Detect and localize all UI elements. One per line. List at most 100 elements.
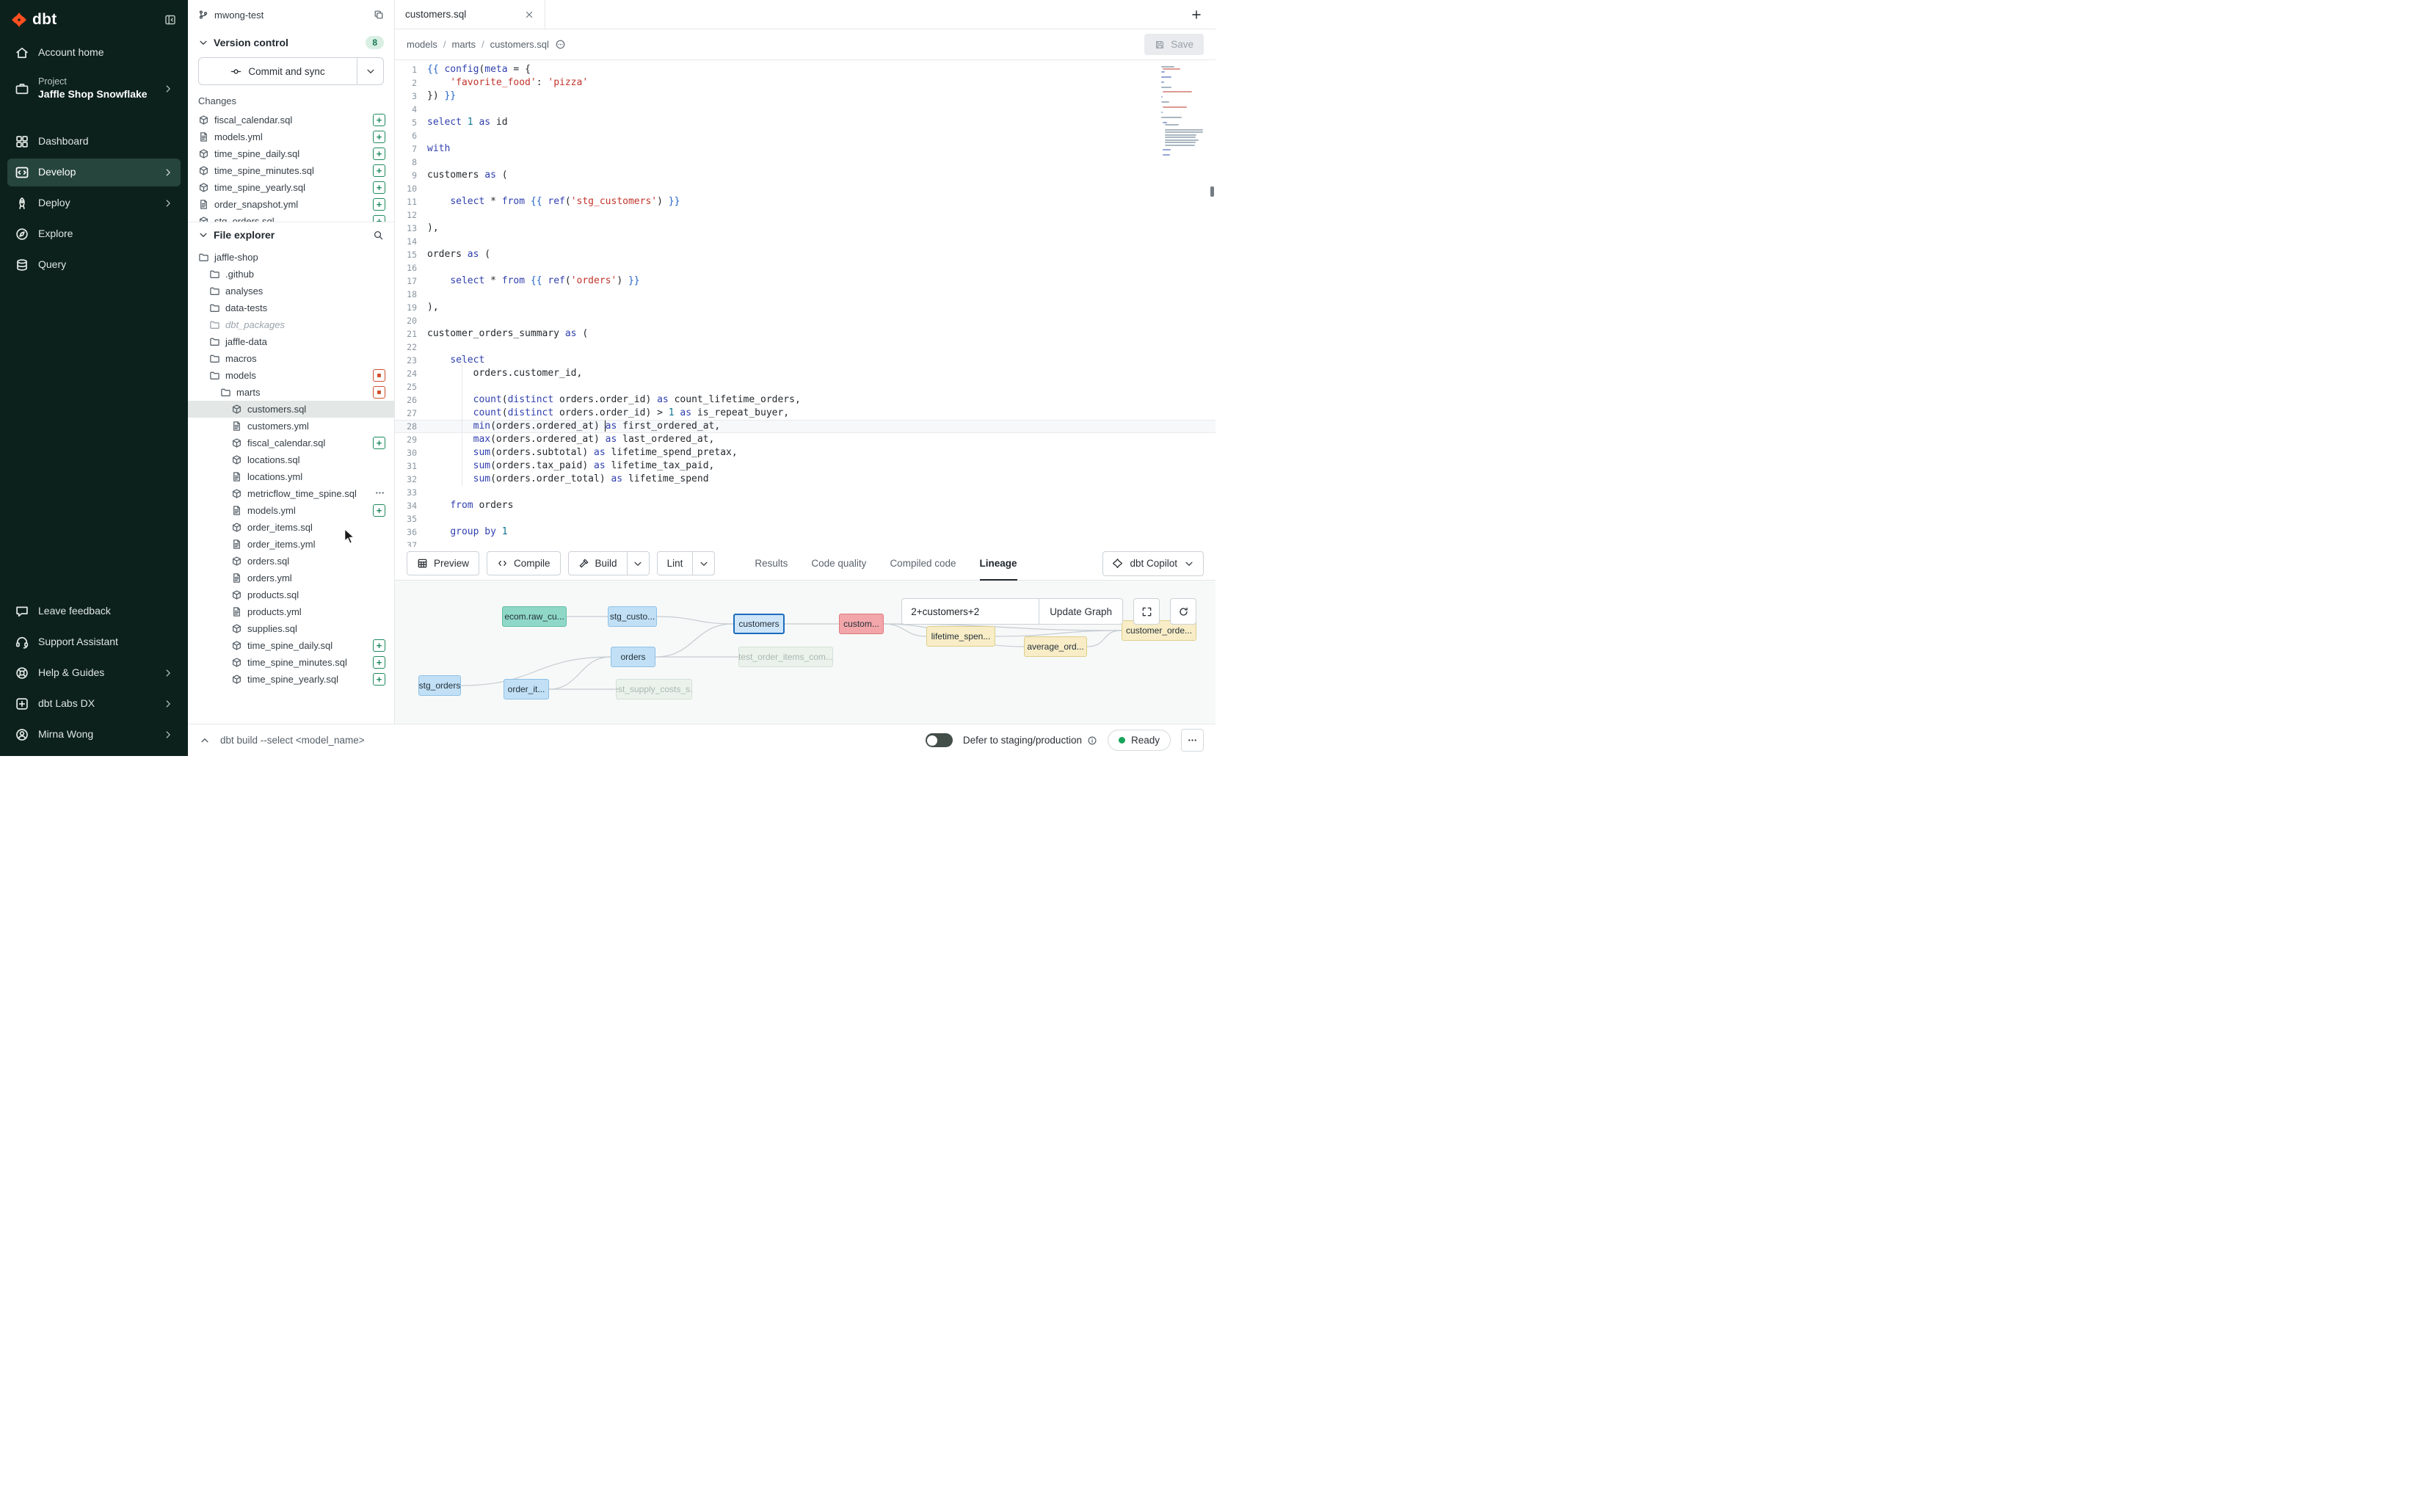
lineage-node-test_order_items[interactable]: test_order_items_com... — [738, 647, 833, 667]
changed-file-time-spine-yearly-sql[interactable]: time_spine_yearly.sql+ — [188, 179, 394, 196]
tree-item-dbt-packages[interactable]: dbt_packages — [188, 316, 394, 333]
code-line-12[interactable]: 12 — [395, 208, 1216, 222]
dbt-logo[interactable]: dbt — [12, 11, 57, 29]
lineage-node-order_items[interactable]: order_it... — [504, 679, 549, 699]
file-explorer-header[interactable]: File explorer — [188, 222, 394, 247]
lineage-node-raw_customers[interactable]: ecom.raw_cu... — [502, 606, 567, 627]
code-line-4[interactable]: 4 — [395, 103, 1216, 116]
preview-button[interactable]: Preview — [407, 551, 479, 575]
code-line-21[interactable]: 21customer_orders_summary as ( — [395, 327, 1216, 341]
code-line-31[interactable]: 31 sum(orders.tax_paid) as lifetime_tax_… — [395, 459, 1216, 473]
tree-item-orders-sql[interactable]: orders.sql — [188, 553, 394, 570]
code-line-30[interactable]: 30 sum(orders.subtotal) as lifetime_spen… — [395, 446, 1216, 459]
tree-item-customers-yml[interactable]: customers.yml — [188, 418, 394, 435]
code-line-36[interactable]: 36 group by 1 — [395, 526, 1216, 539]
code-line-33[interactable]: 33 — [395, 486, 1216, 499]
tree-item-time-spine-yearly-sql[interactable]: time_spine_yearly.sql+ — [188, 671, 394, 688]
changed-file-stg-orders-sql[interactable]: stg_orders.sql+ — [188, 213, 394, 222]
panel-tab-results[interactable]: Results — [755, 547, 788, 580]
code-line-7[interactable]: 7with — [395, 142, 1216, 156]
tree-item-fiscal-calendar-sql[interactable]: fiscal_calendar.sql+ — [188, 435, 394, 451]
breadcrumb-item-customers-sql[interactable]: customers.sql — [490, 39, 549, 50]
search-icon[interactable] — [373, 230, 384, 241]
code-line-11[interactable]: 11 select * from {{ ref('stg_customers')… — [395, 195, 1216, 208]
code-line-24[interactable]: 24 orders.customer_id, — [395, 367, 1216, 380]
collapse-sidebar-icon[interactable] — [164, 14, 176, 26]
changed-file-fiscal-calendar-sql[interactable]: fiscal_calendar.sql+ — [188, 112, 394, 128]
sidebar-item-support-assistant[interactable]: Support Assistant — [7, 628, 181, 656]
panel-tab-code-quality[interactable]: Code quality — [811, 547, 866, 580]
tree-item-customers-sql[interactable]: customers.sql — [188, 401, 394, 418]
code-line-34[interactable]: 34 from orders — [395, 499, 1216, 512]
code-line-17[interactable]: 17 select * from {{ ref('orders') }} — [395, 275, 1216, 288]
tree-item-supplies-sql[interactable]: supplies.sql — [188, 620, 394, 637]
code-editor[interactable]: 1{{ config(meta = {2 'favorite_food': 'p… — [395, 60, 1216, 547]
file-menu-icon[interactable] — [374, 487, 385, 498]
version-control-header[interactable]: Version control 8 — [188, 29, 394, 56]
code-line-1[interactable]: 1{{ config(meta = { — [395, 63, 1216, 76]
update-graph-button[interactable]: Update Graph — [1039, 598, 1123, 625]
editor-tab-customers-sql[interactable]: customers.sql — [395, 0, 545, 29]
code-line-2[interactable]: 2 'favorite_food': 'pizza' — [395, 76, 1216, 90]
panel-tab-compiled-code[interactable]: Compiled code — [890, 547, 956, 580]
changed-file-time-spine-minutes-sql[interactable]: time_spine_minutes.sql+ — [188, 162, 394, 179]
tree-item-models[interactable]: models — [188, 367, 394, 384]
commit-options-dropdown[interactable] — [357, 58, 383, 84]
lineage-node-customers[interactable]: customers — [733, 614, 785, 634]
lineage-node-stg_orders[interactable]: stg_orders — [418, 675, 461, 696]
lineage-node-lifetime_spend[interactable]: lifetime_spen... — [926, 626, 995, 647]
sidebar-item-dashboard[interactable]: Dashboard — [7, 128, 181, 156]
code-line-15[interactable]: 15orders as ( — [395, 248, 1216, 261]
code-line-5[interactable]: 5select 1 as id — [395, 116, 1216, 129]
tree-item-metricflow-time-spine-sql[interactable]: metricflow_time_spine.sql — [188, 485, 394, 502]
breadcrumb-item-models[interactable]: models — [407, 39, 437, 50]
code-line-10[interactable]: 10 — [395, 182, 1216, 195]
tree-item-locations-sql[interactable]: locations.sql — [188, 451, 394, 468]
lineage-selector-input[interactable]: 2+customers+2 — [901, 598, 1039, 625]
code-line-35[interactable]: 35 — [395, 512, 1216, 526]
sidebar-item-develop[interactable]: Develop — [7, 159, 181, 186]
changed-file-models-yml[interactable]: models.yml+ — [188, 128, 394, 145]
close-tab-icon[interactable] — [524, 10, 534, 20]
lineage-node-orders[interactable]: orders — [611, 647, 655, 667]
tree-item-analyses[interactable]: analyses — [188, 283, 394, 299]
code-line-23[interactable]: 23 select — [395, 354, 1216, 367]
code-line-27[interactable]: 27 count(distinct orders.order_id) > 1 a… — [395, 407, 1216, 420]
tree-item-time-spine-daily-sql[interactable]: time_spine_daily.sql+ — [188, 637, 394, 654]
build-button[interactable]: Build — [569, 552, 627, 575]
code-line-9[interactable]: 9customers as ( — [395, 169, 1216, 182]
code-line-6[interactable]: 6 — [395, 129, 1216, 142]
defer-toggle[interactable] — [926, 733, 953, 747]
code-line-14[interactable]: 14 — [395, 235, 1216, 248]
tree-item-products-yml[interactable]: products.yml — [188, 603, 394, 620]
tree-item-orders-yml[interactable]: orders.yml — [188, 570, 394, 586]
changed-file-time-spine-daily-sql[interactable]: time_spine_daily.sql+ — [188, 145, 394, 162]
tree-item-time-spine-minutes-sql[interactable]: time_spine_minutes.sql+ — [188, 654, 394, 671]
code-line-25[interactable]: 25 — [395, 380, 1216, 393]
tree-item-order-items-yml[interactable]: order_items.yml — [188, 536, 394, 553]
changed-file-order-snapshot-yml[interactable]: order_snapshot.yml+ — [188, 196, 394, 213]
lineage-node-average_order[interactable]: average_ord... — [1024, 636, 1087, 657]
tree-item-locations-yml[interactable]: locations.yml — [188, 468, 394, 485]
build-options-dropdown[interactable] — [627, 552, 649, 575]
new-tab-button[interactable] — [1191, 9, 1202, 21]
sidebar-item-mirna-wong[interactable]: Mirna Wong — [7, 721, 181, 749]
code-line-16[interactable]: 16 — [395, 261, 1216, 275]
tree-item-order-items-sql[interactable]: order_items.sql — [188, 519, 394, 536]
tree-item-jaffle-data[interactable]: jaffle-data — [188, 333, 394, 350]
status-ready-badge[interactable]: Ready — [1108, 730, 1171, 751]
copy-branch-icon[interactable] — [374, 10, 384, 20]
lineage-node-stg_customers[interactable]: stg_custo... — [608, 606, 657, 627]
tree-item-macros[interactable]: macros — [188, 350, 394, 367]
code-line-28[interactable]: 28 min(orders.ordered_at) as first_order… — [395, 420, 1216, 433]
expand-command-bar-icon[interactable] — [200, 735, 210, 746]
lineage-node-test_supply[interactable]: test_supply_costs_s... — [616, 679, 692, 699]
editor-minimap[interactable] — [1161, 66, 1205, 159]
code-line-8[interactable]: 8 — [395, 156, 1216, 169]
lint-options-dropdown[interactable] — [692, 552, 714, 575]
sidebar-item-project[interactable]: ProjectJaffle Shop Snowflake — [7, 70, 181, 107]
code-line-19[interactable]: 19), — [395, 301, 1216, 314]
lint-button[interactable]: Lint — [658, 552, 693, 575]
more-options-button[interactable] — [1181, 729, 1204, 752]
code-line-26[interactable]: 26 count(distinct orders.order_id) as co… — [395, 393, 1216, 407]
